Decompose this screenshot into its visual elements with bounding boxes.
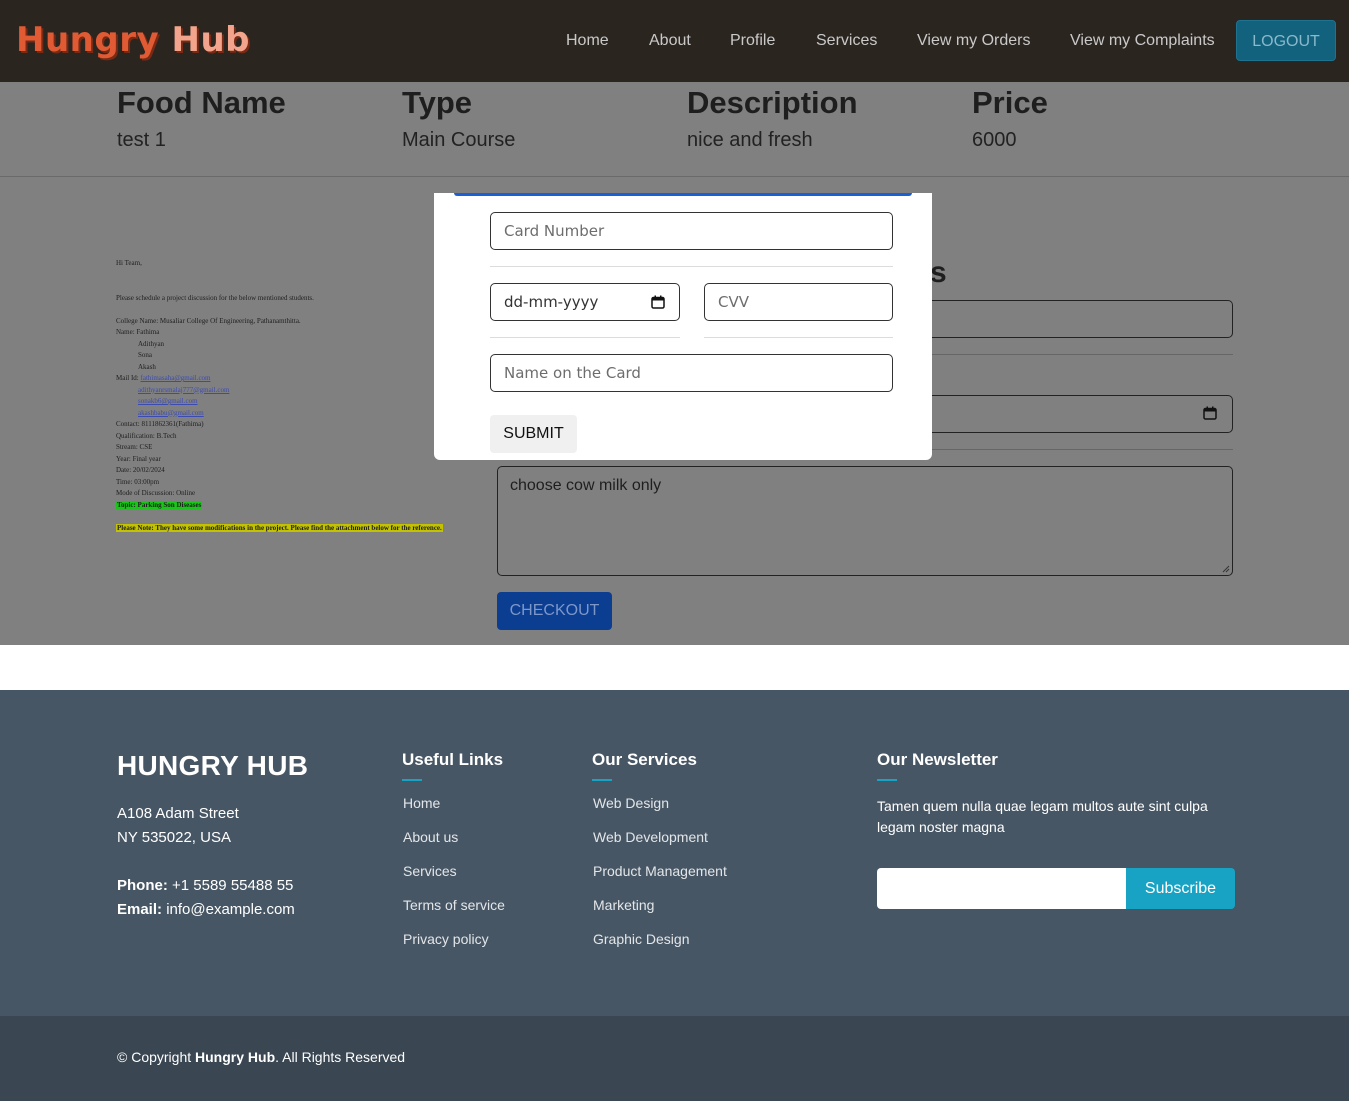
nav-link-services[interactable]: Services [816, 30, 877, 52]
copyright-suffix: . All Rights Reserved [275, 1049, 406, 1065]
nav-link-home[interactable]: Home [566, 30, 609, 52]
cvv-input[interactable]: CVV [704, 283, 893, 321]
nav-link-profile[interactable]: Profile [730, 30, 775, 52]
expiry-date-input[interactable]: dd-mm-yyyy [490, 283, 680, 321]
footer-email-label: Email: [117, 901, 163, 918]
footer-service-web-development[interactable]: Web Development [593, 829, 708, 845]
header-price: Price [972, 85, 1048, 120]
footer-service-web-design[interactable]: Web Design [593, 795, 669, 811]
copyright-text: © Copyright Hungry Hub. All Rights Reser… [117, 1049, 405, 1065]
footer-address-line-1: A108 Adam Street [117, 805, 239, 822]
newsletter-email-input[interactable] [877, 868, 1127, 909]
divider [490, 266, 893, 267]
title-underline [402, 779, 422, 781]
our-services-title: Our Services [592, 750, 697, 769]
footer: HUNGRY HUB A108 Adam Street NY 535022, U… [0, 690, 1349, 1016]
footer-link-terms[interactable]: Terms of service [403, 897, 505, 913]
doc-topic: Topic: Parking Son Diseases [116, 500, 203, 509]
footer-service-marketing[interactable]: Marketing [593, 897, 654, 913]
footer-email: Email: info@example.com [117, 898, 295, 922]
copyright-brand: Hungry Hub [195, 1049, 276, 1065]
checkout-button[interactable]: CHECKOUT [497, 592, 612, 630]
card-number-input[interactable]: Card Number [490, 212, 893, 250]
footer-address-line-2: NY 535022, USA [117, 829, 231, 846]
header-food-name: Food Name [117, 85, 286, 120]
special-instructions-value: choose cow milk only [510, 477, 662, 494]
modal-accent-bar [454, 193, 912, 196]
nav-links: Home About Profile Services View my Orde… [0, 30, 1349, 52]
divider [930, 449, 1233, 450]
food-details-table: Food Name Type Description Price test 1 … [0, 82, 1349, 177]
navbar: Hungry Hub Home About Profile Services V… [0, 0, 1349, 82]
subscribe-button[interactable]: Subscribe [1126, 868, 1235, 909]
footer-link-about[interactable]: About us [403, 829, 458, 845]
value-price: 6000 [972, 129, 1017, 151]
header-type: Type [402, 85, 473, 120]
order-details-heading: s [930, 256, 947, 289]
doc-mode: Mode of Discussion: Online [116, 489, 196, 497]
submit-button[interactable]: SUBMIT [490, 415, 577, 453]
newsletter-title: Our Newsletter [877, 750, 998, 769]
footer-brand: HUNGRY HUB [117, 750, 309, 781]
doc-mail-1: fathimasaha@gmail.com [140, 374, 211, 382]
copyright-bar: © Copyright Hungry Hub. All Rights Reser… [0, 1016, 1349, 1101]
divider [490, 337, 680, 338]
newsletter-text: Tamen quem nulla quae legam multos aute … [877, 798, 1208, 835]
value-food-name: test 1 [117, 129, 166, 151]
logout-button[interactable]: LOGOUT [1236, 20, 1336, 61]
footer-link-privacy[interactable]: Privacy policy [403, 931, 489, 947]
doc-mail-label: Mail Id: [116, 374, 139, 382]
footer-phone-value: +1 5589 55488 55 [172, 877, 294, 894]
useful-links-title: Useful Links [402, 750, 504, 769]
nav-link-about[interactable]: About [649, 30, 691, 52]
section-gap [0, 645, 1366, 690]
footer-phone-label: Phone: [117, 877, 168, 894]
footer-link-home[interactable]: Home [403, 795, 440, 811]
value-description: nice and fresh [687, 129, 813, 151]
background-address-input[interactable] [930, 300, 1233, 338]
title-underline [592, 779, 612, 781]
page: Hungry Hub Home About Profile Services V… [0, 0, 1366, 1101]
nav-link-view-complaints[interactable]: View my Complaints [1070, 30, 1215, 52]
doc-time: Time: 03:00pm [116, 477, 160, 486]
footer-link-services[interactable]: Services [403, 863, 457, 879]
value-type: Main Course [402, 129, 516, 151]
payment-modal: Card Number dd-mm-yyyy CVV Name on the C… [434, 193, 932, 460]
name-on-card-input[interactable]: Name on the Card [490, 354, 893, 392]
footer-service-graphic-design[interactable]: Graphic Design [593, 931, 690, 947]
calendar-icon[interactable] [1203, 406, 1217, 420]
expiry-date-placeholder: dd-mm-yyyy [504, 293, 599, 311]
special-instructions-textarea[interactable]: choose cow milk only [497, 466, 1233, 576]
calendar-icon[interactable] [651, 295, 665, 309]
doc-note: Please Note: They have some modification… [116, 523, 443, 532]
footer-phone: Phone: +1 5589 55488 55 [117, 874, 293, 898]
divider [704, 337, 893, 338]
footer-service-product-management[interactable]: Product Management [593, 863, 727, 879]
divider [930, 354, 1233, 355]
footer-email-value: info@example.com [166, 901, 295, 918]
title-underline [877, 779, 897, 781]
copyright-prefix: © Copyright [117, 1049, 192, 1065]
doc-date: Date: 20/02/2024 [116, 466, 165, 474]
resize-grip-icon[interactable] [1222, 565, 1230, 573]
header-description: Description [687, 85, 858, 120]
background-date-input[interactable] [930, 395, 1233, 433]
nav-link-view-orders[interactable]: View my Orders [917, 30, 1031, 52]
